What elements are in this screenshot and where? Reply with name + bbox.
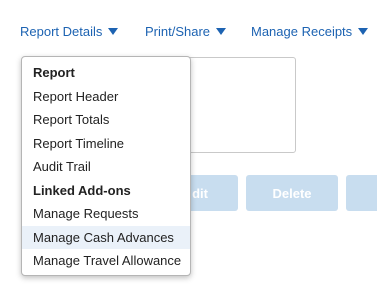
menu-item-audit-trail[interactable]: Audit Trail — [22, 155, 190, 179]
chevron-down-icon — [108, 28, 119, 35]
report-toolbar: Report Details Print/Share Manage Receip… — [0, 0, 377, 52]
print-share-label: Print/Share — [145, 23, 211, 39]
delete-button[interactable]: Delete — [246, 175, 338, 211]
report-details-label: Report Details — [20, 23, 103, 39]
delete-button-label: Delete — [272, 185, 312, 201]
menu-header-linked-add-ons: Linked Add-ons — [33, 182, 131, 198]
edit-button-label: dit — [192, 185, 208, 201]
menu-item-report-header[interactable]: Report Header — [22, 85, 190, 109]
comment-textarea[interactable] — [180, 57, 296, 153]
next-button[interactable] — [346, 175, 377, 211]
menu-item-manage-requests[interactable]: Manage Requests — [22, 202, 190, 226]
print-share-menu[interactable]: Print/Share — [145, 21, 227, 41]
chevron-down-icon — [216, 28, 227, 35]
menu-item-manage-travel-allowance[interactable]: Manage Travel Allowance — [22, 249, 190, 273]
chevron-down-icon — [358, 28, 369, 35]
menu-item-report-totals[interactable]: Report Totals — [22, 108, 190, 132]
report-details-dropdown: Report Report Header Report Totals Repor… — [21, 56, 191, 276]
menu-header-report: Report — [33, 65, 75, 80]
menu-item-manage-cash-advances[interactable]: Manage Cash Advances — [22, 225, 190, 249]
report-details-menu[interactable]: Report Details — [20, 21, 119, 41]
manage-receipts-menu[interactable]: Manage Receipts — [251, 21, 369, 41]
manage-receipts-label: Manage Receipts — [251, 23, 353, 39]
menu-item-report-timeline[interactable]: Report Timeline — [22, 132, 190, 156]
